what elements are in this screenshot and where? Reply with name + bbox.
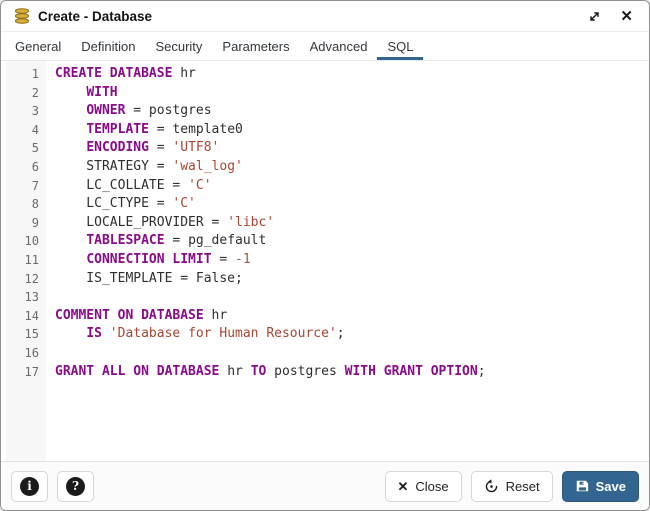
line-number: 6 bbox=[6, 158, 39, 177]
code-line: LC_COLLATE = 'C' bbox=[55, 177, 649, 196]
create-database-dialog: Create - Database ✕ GeneralDefinitionSec… bbox=[0, 0, 650, 511]
line-number: 5 bbox=[6, 139, 39, 158]
code-line: COMMENT ON DATABASE hr bbox=[55, 307, 649, 326]
code-line: WITH bbox=[55, 84, 649, 103]
line-number: 9 bbox=[6, 214, 39, 233]
code-line bbox=[55, 344, 649, 363]
expand-diagonal-icon[interactable] bbox=[583, 7, 606, 26]
line-number: 11 bbox=[6, 251, 39, 270]
line-number: 8 bbox=[6, 195, 39, 214]
save-floppy-icon bbox=[575, 479, 589, 493]
tab-security[interactable]: Security bbox=[145, 32, 212, 60]
tab-general[interactable]: General bbox=[5, 32, 71, 60]
line-number: 13 bbox=[6, 288, 39, 307]
line-number: 10 bbox=[6, 232, 39, 251]
question-circle-icon: ? bbox=[66, 477, 85, 496]
code-line: OWNER = postgres bbox=[55, 102, 649, 121]
dialog-footer: i ? ✕ Close Reset bbox=[1, 461, 649, 510]
code-line: ENCODING = 'UTF8' bbox=[55, 139, 649, 158]
code-line: CONNECTION LIMIT = -1 bbox=[55, 251, 649, 270]
reset-icon bbox=[484, 479, 499, 494]
line-number: 7 bbox=[6, 177, 39, 196]
code-line: CREATE DATABASE hr bbox=[55, 65, 649, 84]
database-icon bbox=[13, 7, 31, 25]
line-number: 2 bbox=[6, 84, 39, 103]
reset-button-label: Reset bbox=[506, 479, 540, 494]
dialog-title: Create - Database bbox=[38, 9, 583, 24]
code-line: GRANT ALL ON DATABASE hr TO postgres WIT… bbox=[55, 363, 649, 382]
line-number: 1 bbox=[6, 65, 39, 84]
tab-sql[interactable]: SQL bbox=[377, 32, 423, 60]
code-line: IS_TEMPLATE = False; bbox=[55, 270, 649, 289]
line-number: 16 bbox=[6, 344, 39, 363]
close-x-icon[interactable]: ✕ bbox=[616, 7, 637, 26]
line-number: 3 bbox=[6, 102, 39, 121]
tab-definition[interactable]: Definition bbox=[71, 32, 145, 60]
code-line: IS 'Database for Human Resource'; bbox=[55, 325, 649, 344]
dialog-titlebar: Create - Database ✕ bbox=[1, 1, 649, 32]
tab-parameters[interactable]: Parameters bbox=[212, 32, 299, 60]
code-line: STRATEGY = 'wal_log' bbox=[55, 158, 649, 177]
code-line: LC_CTYPE = 'C' bbox=[55, 195, 649, 214]
sql-editor[interactable]: 1234567891011121314151617 CREATE DATABAS… bbox=[1, 61, 649, 461]
code-line: LOCALE_PROVIDER = 'libc' bbox=[55, 214, 649, 233]
save-button[interactable]: Save bbox=[562, 471, 639, 502]
line-number: 4 bbox=[6, 121, 39, 140]
line-number: 15 bbox=[6, 325, 39, 344]
sql-help-button[interactable]: i bbox=[11, 471, 48, 502]
dialog-help-button[interactable]: ? bbox=[57, 471, 94, 502]
tab-advanced[interactable]: Advanced bbox=[300, 32, 378, 60]
line-number: 14 bbox=[6, 307, 39, 326]
close-button[interactable]: ✕ Close bbox=[385, 471, 462, 502]
line-number: 12 bbox=[6, 270, 39, 289]
tab-bar: GeneralDefinitionSecurityParametersAdvan… bbox=[1, 32, 649, 61]
close-x-icon: ✕ bbox=[398, 480, 409, 493]
save-button-label: Save bbox=[596, 479, 626, 494]
sql-code[interactable]: CREATE DATABASE hr WITH OWNER = postgres… bbox=[46, 61, 649, 461]
line-number-gutter: 1234567891011121314151617 bbox=[6, 61, 46, 461]
info-circle-icon: i bbox=[20, 477, 39, 496]
reset-button[interactable]: Reset bbox=[471, 471, 553, 502]
code-line: TABLESPACE = pg_default bbox=[55, 232, 649, 251]
line-number: 17 bbox=[6, 363, 39, 382]
code-line: TEMPLATE = template0 bbox=[55, 121, 649, 140]
close-button-label: Close bbox=[415, 479, 448, 494]
code-line bbox=[55, 288, 649, 307]
